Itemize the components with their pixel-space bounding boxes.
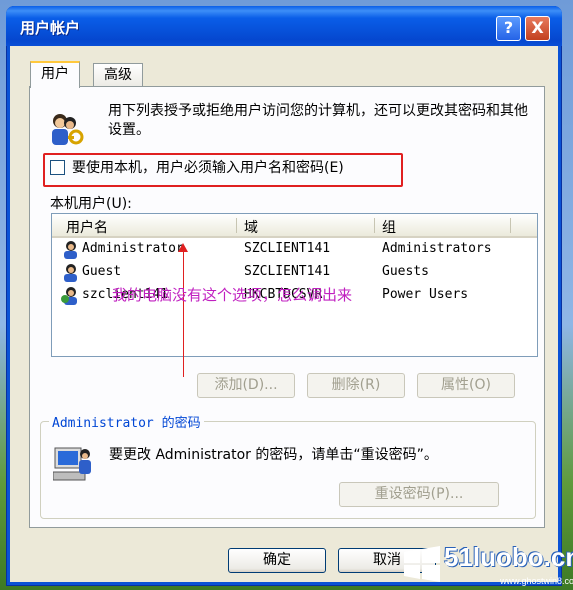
column-divider[interactable] (374, 218, 375, 233)
column-domain[interactable]: 域 (244, 217, 258, 237)
table-row[interactable]: Guest SZCLIENT141 Guests (52, 261, 537, 284)
watermark-text: 51luobo.cn (444, 542, 573, 572)
windows-logo-icon (404, 546, 440, 582)
annotation-arrow-line (183, 247, 184, 377)
help-button[interactable]: ? (496, 16, 521, 41)
remove-user-button[interactable]: 删除(R) (307, 373, 405, 398)
close-button[interactable]: X (525, 16, 550, 41)
cell-username: Guest (82, 264, 122, 279)
site-watermark: 51luobo.cn www.ghostwin8.com (392, 540, 573, 590)
user-accounts-window: 用户帐户 ? X 用户 高级 用下列表授予或拒绝用户访问您的计算机，还可以更改其… (6, 6, 562, 586)
users-keys-icon (52, 114, 84, 145)
cell-domain: SZCLIENT141 (244, 241, 331, 256)
intro-description: 用下列表授予或拒绝用户访问您的计算机，还可以更改其密码和其他设置。 (108, 103, 528, 138)
title-bar[interactable]: 用户帐户 ? X (6, 6, 562, 46)
annotation-arrow-head (178, 243, 188, 252)
properties-button[interactable]: 属性(O) (417, 373, 515, 398)
reset-password-button[interactable]: 重设密码(P)... (339, 482, 499, 507)
computer-user-icon (53, 447, 91, 481)
password-group-title: Administrator 的密码 (49, 412, 204, 431)
user-icon (64, 264, 77, 282)
table-row[interactable]: Administrator SZCLIENT141 Administrators (52, 238, 537, 261)
require-password-checkbox[interactable] (50, 160, 65, 175)
users-tab-panel: 用下列表授予或拒绝用户访问您的计算机，还可以更改其密码和其他设置。 要使用本机，… (29, 86, 545, 528)
column-divider[interactable] (236, 218, 237, 233)
tab-users[interactable]: 用户 (30, 61, 80, 88)
cell-group: Power Users (382, 287, 469, 302)
local-users-label: 本机用户(U): (50, 196, 132, 212)
list-header: 用户名 域 组 (52, 214, 537, 238)
column-username[interactable]: 用户名 (66, 217, 108, 237)
user-icon (64, 241, 77, 259)
password-groupbox: Administrator 的密码 要更改 Administrator 的密码，… (40, 412, 536, 519)
cell-group: Guests (382, 264, 429, 279)
cell-username: Administrator (82, 241, 184, 256)
ok-button[interactable]: 确定 (228, 548, 326, 573)
column-divider[interactable] (510, 218, 511, 233)
password-instructions: 要更改 Administrator 的密码，请单击“重设密码”。 (109, 447, 438, 463)
dialog-client-area: 用户 高级 用下列表授予或拒绝用户访问您的计算机，还可以更改其密码和其他设置。 … (10, 46, 558, 582)
require-password-label[interactable]: 要使用本机，用户必须输入用户名和密码(E) (72, 157, 344, 177)
cell-domain: SZCLIENT141 (244, 264, 331, 279)
watermark-subtext: www.ghostwin8.com (500, 576, 573, 586)
annotation-text: 我的电脑没有这个选项，怎么调出来 (112, 286, 353, 304)
add-user-button[interactable]: 添加(D)... (197, 373, 295, 398)
user-icon (61, 287, 77, 305)
column-group[interactable]: 组 (382, 217, 396, 237)
cell-group: Administrators (382, 241, 492, 256)
window-title: 用户帐户 (20, 19, 81, 37)
tab-advanced[interactable]: 高级 (93, 63, 143, 86)
